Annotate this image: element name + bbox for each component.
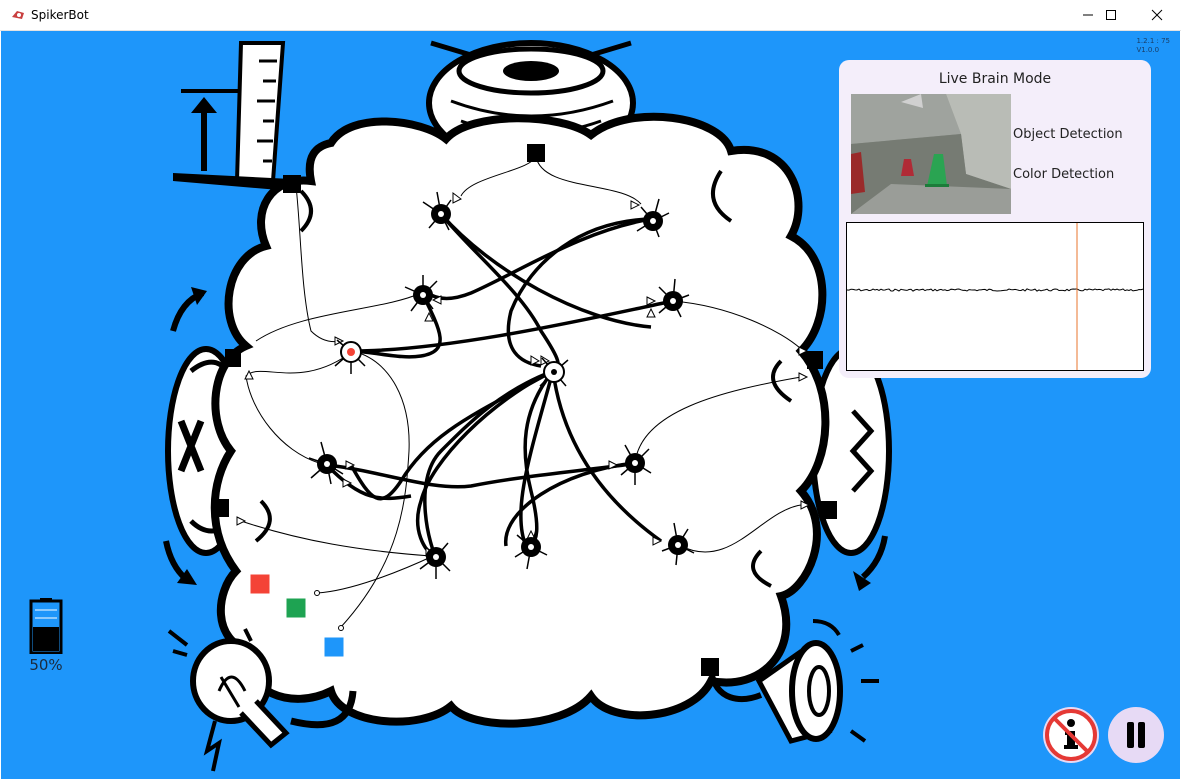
- info-toggle-button[interactable]: [1043, 707, 1099, 763]
- window-title: SpikerBot: [31, 8, 89, 22]
- neuron-activity-graph: [846, 222, 1144, 371]
- battery-fill: [33, 627, 59, 651]
- red-color-input[interactable]: [249, 573, 271, 595]
- panel-title: Live Brain Mode: [938, 71, 1052, 87]
- battery-percentage: 50%: [29, 656, 63, 674]
- pause-icon: [1127, 722, 1145, 748]
- color-detection-option[interactable]: Color Detection: [1013, 167, 1114, 182]
- object-detection-option[interactable]: Object Detection: [1013, 127, 1123, 142]
- distance-sensor-icon: [173, 41, 291, 191]
- pause-button[interactable]: [1108, 707, 1164, 763]
- blue-color-input[interactable]: [323, 636, 345, 658]
- camera-feed: [851, 94, 1011, 214]
- close-button[interactable]: [1134, 0, 1180, 30]
- brain-canvas[interactable]: 1.2.1 : 75 V1.0.0 Live Brain Mode Object…: [1, 31, 1180, 779]
- window-titlebar: SpikerBot: [0, 0, 1181, 31]
- green-color-input[interactable]: [285, 597, 307, 619]
- spikerbot-logo-icon: [12, 11, 24, 19]
- battery-icon: [29, 598, 63, 654]
- live-brain-panel: Live Brain Mode Object Detection Color D…: [839, 60, 1151, 378]
- maximize-button[interactable]: [1088, 0, 1134, 30]
- activity-trace: [846, 223, 1144, 370]
- camera-feed-image: [851, 94, 1011, 214]
- close-icon: [1151, 9, 1163, 21]
- info-icon: [1045, 709, 1097, 761]
- right-wheel-icon: [810, 346, 892, 591]
- brain-body: [210, 112, 830, 728]
- maximize-icon: [1106, 10, 1116, 20]
